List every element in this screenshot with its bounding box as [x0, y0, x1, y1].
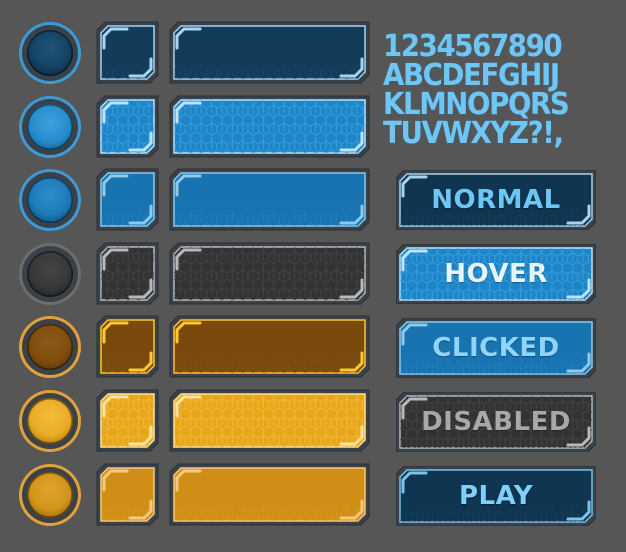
- hex-pattern: [174, 26, 365, 79]
- normal-button-label: NORMAL: [431, 185, 561, 215]
- square-button-graphic: [96, 168, 159, 231]
- square-button-graphic: [96, 242, 159, 305]
- play-button[interactable]: PLAY: [395, 465, 597, 527]
- font-sample: 1234567890 ABCDEFGHIJ KLMNOPQRS TUVWXYZ?…: [383, 29, 595, 151]
- square-button-graphic: [96, 95, 159, 158]
- wide-button-graphic: [169, 168, 370, 231]
- round-button-face: [27, 104, 73, 150]
- square-button-orange-clicked[interactable]: [96, 463, 159, 526]
- clicked-button-label: CLICKED: [432, 333, 560, 363]
- wide-button-blue-clicked[interactable]: [169, 168, 370, 231]
- font-sample-letters-t-z: TUVWXYZ?!,: [383, 116, 564, 151]
- play-button-label: PLAY: [458, 481, 534, 511]
- hex-pattern: [174, 468, 365, 521]
- hover-button[interactable]: HOVER: [395, 243, 597, 305]
- square-button-gray-disabled: [96, 242, 159, 305]
- hex-pattern: [101, 320, 154, 373]
- wide-button-gray-disabled: [169, 242, 370, 305]
- round-button-gray-disabled: [19, 243, 81, 305]
- round-button-orange-clicked[interactable]: [19, 464, 81, 526]
- round-button-face: [27, 398, 73, 444]
- square-button-graphic: [96, 463, 159, 526]
- disabled-button-label: DISABLED: [421, 407, 571, 437]
- hex-pattern: [174, 247, 365, 300]
- wide-button-orange-normal[interactable]: [169, 315, 370, 378]
- round-button-face: [27, 324, 73, 370]
- hex-pattern: [101, 394, 154, 447]
- wide-button-graphic: [169, 389, 370, 452]
- wide-button-orange-hover[interactable]: [169, 389, 370, 452]
- wide-button-graphic: [169, 463, 370, 526]
- hex-pattern: [174, 173, 365, 226]
- clicked-button[interactable]: CLICKED: [395, 317, 597, 379]
- round-button-orange-normal[interactable]: [19, 316, 81, 378]
- font-sample-letters-a-j: ABCDEFGHIJ: [383, 58, 560, 93]
- round-button-face: [27, 472, 73, 518]
- hex-pattern: [174, 320, 365, 373]
- round-button-face: [27, 30, 73, 76]
- round-button-orange-hover[interactable]: [19, 390, 81, 452]
- square-button-blue-normal[interactable]: [96, 21, 159, 84]
- square-button-graphic: [96, 389, 159, 452]
- wide-button-graphic: [169, 242, 370, 305]
- hex-pattern: [101, 247, 154, 300]
- hex-pattern: [101, 173, 154, 226]
- square-button-blue-clicked[interactable]: [96, 168, 159, 231]
- round-button-blue-normal[interactable]: [19, 22, 81, 84]
- round-button-face: [27, 251, 73, 297]
- square-button-graphic: [96, 21, 159, 84]
- wide-button-graphic: [169, 315, 370, 378]
- normal-button[interactable]: NORMAL: [395, 169, 597, 231]
- round-button-blue-hover[interactable]: [19, 96, 81, 158]
- hex-pattern: [174, 394, 365, 447]
- square-button-orange-hover[interactable]: [96, 389, 159, 452]
- font-sample-letters-k-s: KLMNOPQRS: [383, 87, 570, 122]
- hover-button-label: HOVER: [444, 259, 548, 289]
- wide-button-graphic: [169, 95, 370, 158]
- wide-button-blue-normal[interactable]: [169, 21, 370, 84]
- round-button-blue-clicked[interactable]: [19, 169, 81, 231]
- hex-pattern: [101, 26, 154, 79]
- square-button-blue-hover[interactable]: [96, 95, 159, 158]
- hex-pattern: [101, 100, 154, 153]
- square-button-graphic: [96, 315, 159, 378]
- wide-button-blue-hover[interactable]: [169, 95, 370, 158]
- round-button-face: [27, 177, 73, 223]
- hex-pattern: [101, 468, 154, 521]
- wide-button-orange-clicked[interactable]: [169, 463, 370, 526]
- wide-button-graphic: [169, 21, 370, 84]
- hex-pattern: [174, 100, 365, 153]
- square-button-orange-normal[interactable]: [96, 315, 159, 378]
- font-sample-digits: 1234567890: [383, 29, 563, 64]
- disabled-button: DISABLED: [395, 391, 597, 453]
